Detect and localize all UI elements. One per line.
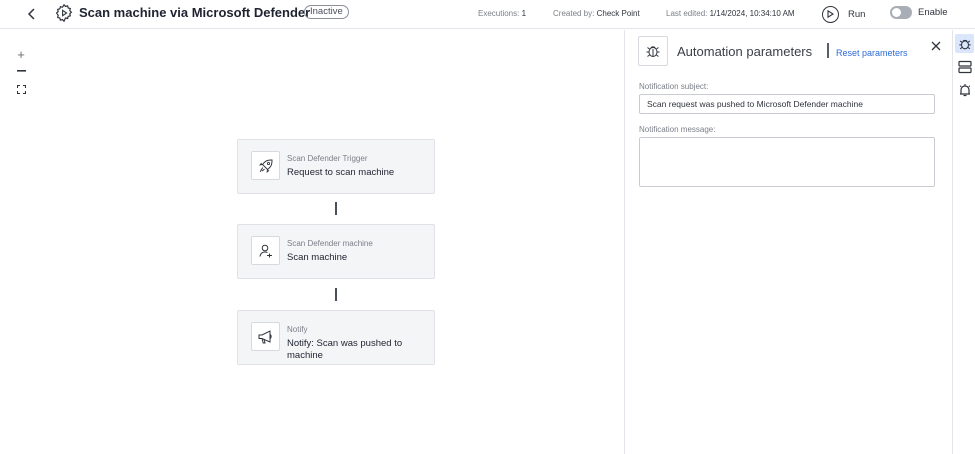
run-label: Run bbox=[848, 8, 866, 20]
megaphone-icon bbox=[251, 322, 280, 351]
executions-value: 1 bbox=[521, 9, 527, 18]
node-type-label: Scan Defender Trigger bbox=[287, 154, 368, 163]
executions-info: Executions: 1 bbox=[478, 9, 526, 18]
bug-icon bbox=[638, 36, 668, 66]
play-icon bbox=[822, 5, 839, 23]
close-icon bbox=[931, 41, 941, 51]
toggle-knob bbox=[892, 8, 901, 17]
reset-parameters-link[interactable]: Reset parameters bbox=[836, 48, 908, 58]
bug-icon bbox=[958, 39, 971, 49]
node-type-label: Notify bbox=[287, 325, 308, 334]
sidebar-item-alerts[interactable] bbox=[955, 80, 974, 99]
message-label: Notification message: bbox=[639, 125, 716, 134]
panel-title: Automation parameters bbox=[677, 44, 813, 59]
last-edited-info: Last edited: 1/14/2024, 10:34:10 AM bbox=[666, 9, 795, 18]
title-divider bbox=[827, 43, 829, 58]
node-title: Scan machine bbox=[287, 252, 348, 263]
back-button[interactable] bbox=[22, 4, 42, 24]
user-scan-icon bbox=[251, 236, 280, 265]
rocket-icon bbox=[251, 151, 280, 180]
enable-label: Enable bbox=[918, 7, 948, 18]
automation-parameters-panel: Automation parameters Reset parameters N… bbox=[624, 30, 952, 454]
zoom-in-button[interactable]: + bbox=[13, 46, 29, 62]
flow-connector bbox=[335, 288, 337, 301]
last-edited-label: Last edited: bbox=[666, 9, 708, 18]
right-sidebar bbox=[952, 30, 975, 454]
enable-toggle[interactable]: Enable bbox=[890, 6, 948, 19]
layers-icon bbox=[957, 60, 972, 73]
node-type-label: Scan Defender machine bbox=[287, 239, 373, 248]
chevron-left-icon bbox=[27, 8, 35, 20]
flow-connector bbox=[335, 202, 337, 215]
flow-node-notify[interactable]: Notify Notify: Scan was pushed to machin… bbox=[237, 310, 435, 365]
node-title: Notify: Scan was pushed to machine bbox=[287, 338, 403, 361]
notification-message-input[interactable] bbox=[639, 137, 935, 187]
subject-label: Notification subject: bbox=[639, 82, 709, 91]
sidebar-item-parameters[interactable] bbox=[955, 34, 974, 53]
alarm-icon bbox=[959, 83, 970, 96]
notification-subject-input[interactable] bbox=[639, 94, 935, 114]
executions-label: Executions: bbox=[478, 9, 520, 18]
fit-screen-icon bbox=[16, 84, 26, 94]
created-by-label: Created by: bbox=[553, 9, 595, 18]
run-button[interactable]: Run bbox=[822, 5, 865, 23]
gear-automation-icon bbox=[54, 3, 74, 23]
top-bar: Scan machine via Microsoft Defender Inac… bbox=[0, 0, 975, 29]
minus-icon bbox=[16, 70, 26, 72]
page-title: Scan machine via Microsoft Defender bbox=[79, 5, 311, 20]
toggle-switch[interactable] bbox=[890, 6, 912, 19]
fit-view-button[interactable] bbox=[13, 81, 29, 97]
created-by-info: Created by: Check Point bbox=[553, 9, 640, 18]
node-title: Request to scan machine bbox=[287, 167, 395, 178]
last-edited-value: 1/14/2024, 10:34:10 AM bbox=[709, 9, 795, 18]
close-panel-button[interactable] bbox=[929, 39, 943, 53]
zoom-out-button[interactable] bbox=[13, 63, 29, 79]
status-badge: Inactive bbox=[304, 5, 349, 19]
flow-node-scan[interactable]: Scan Defender machine Scan machine bbox=[237, 224, 435, 279]
created-by-value: Check Point bbox=[596, 9, 640, 18]
sidebar-item-layers[interactable] bbox=[955, 57, 974, 76]
flow-node-trigger[interactable]: Scan Defender Trigger Request to scan ma… bbox=[237, 139, 435, 194]
